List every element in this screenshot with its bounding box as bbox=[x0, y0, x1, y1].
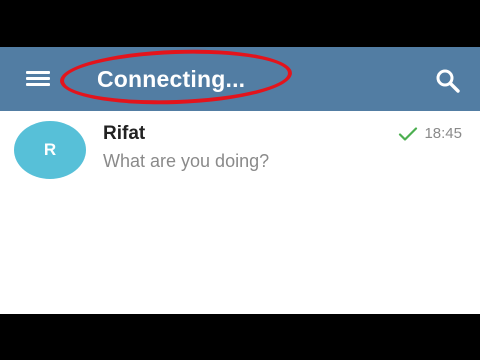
avatar: R bbox=[14, 121, 86, 179]
hamburger-menu-icon[interactable] bbox=[18, 65, 58, 93]
chat-time: 18:45 bbox=[424, 125, 462, 142]
search-icon[interactable] bbox=[432, 65, 464, 97]
chat-list-item[interactable]: R Rifat What are you doing? 18:45 bbox=[0, 111, 480, 187]
single-check-icon bbox=[399, 126, 418, 141]
top-app-bar: Connecting... bbox=[0, 47, 480, 111]
chat-last-message: What are you doing? bbox=[103, 151, 270, 171]
connection-status-title: Connecting... bbox=[97, 66, 246, 92]
avatar-letter: R bbox=[43, 140, 57, 159]
app-screen: Connecting... R Rifat What are you doing… bbox=[0, 47, 480, 314]
chat-meta: 18:45 bbox=[398, 125, 462, 142]
chat-name: Rifat bbox=[103, 123, 146, 144]
